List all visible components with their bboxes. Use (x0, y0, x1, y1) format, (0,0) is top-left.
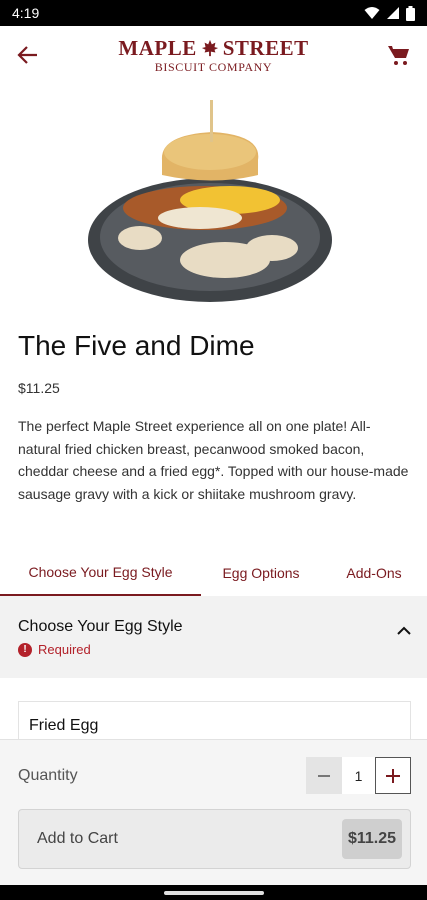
brand-subtitle: BISCUIT COMPANY (154, 59, 273, 74)
required-indicator: ! Required (18, 642, 409, 657)
section-title: Choose Your Egg Style (18, 618, 183, 635)
home-gesture-handle[interactable] (163, 890, 264, 895)
brand-word-left: MAPLE (118, 35, 197, 60)
quantity-value: 1 (342, 757, 375, 794)
product-price: $11.25 (18, 380, 60, 396)
status-time: 4:19 (12, 5, 40, 21)
wifi-icon (364, 7, 380, 19)
system-nav-bar (0, 885, 427, 900)
decrease-quantity-button[interactable] (306, 757, 342, 794)
minus-icon (318, 774, 330, 777)
product-description: The perfect Maple Street experience all … (18, 418, 409, 502)
egg-style-section-header[interactable]: Choose Your Egg Style ! Required (0, 596, 427, 678)
cart-button[interactable] (381, 37, 417, 73)
add-to-cart-label: Add to Cart (37, 830, 118, 847)
quantity-stepper: 1 (306, 757, 411, 794)
option-tabs: Choose Your Egg Style Egg Options Add-On… (0, 550, 427, 596)
chevron-up-icon[interactable] (397, 626, 411, 636)
tab-egg-options[interactable]: Egg Options (201, 550, 321, 596)
back-button[interactable] (10, 37, 46, 73)
tab-add-ons[interactable]: Add-Ons (321, 550, 427, 596)
plus-icon (386, 768, 400, 783)
maple-leaf-icon (201, 39, 218, 57)
add-to-cart-button[interactable]: Add to Cart $11.25 (18, 809, 411, 869)
arrow-left-icon (17, 46, 37, 64)
alert-icon: ! (18, 642, 32, 657)
battery-icon (406, 5, 415, 21)
quantity-label: Quantity (18, 767, 78, 784)
brand-word-right: STREET (222, 35, 309, 60)
product-image (0, 90, 427, 316)
tab-choose-egg-style[interactable]: Choose Your Egg Style (0, 550, 201, 596)
status-icons (364, 5, 415, 21)
app-header: MAPLE STREET BISCUIT COMPANY (0, 26, 427, 84)
increase-quantity-button[interactable] (375, 757, 411, 794)
add-to-cart-price: $11.25 (341, 819, 402, 859)
signal-icon (387, 7, 399, 19)
brand-logo: MAPLE STREET BISCUIT COMPANY (118, 36, 308, 75)
shopping-cart-icon (387, 46, 409, 65)
product-title: The Five and Dime (18, 330, 255, 361)
status-bar: 4:19 (0, 0, 427, 26)
required-label: Required (38, 642, 91, 657)
bottom-panel: Quantity 1 Add to Cart $11.25 (0, 739, 427, 885)
